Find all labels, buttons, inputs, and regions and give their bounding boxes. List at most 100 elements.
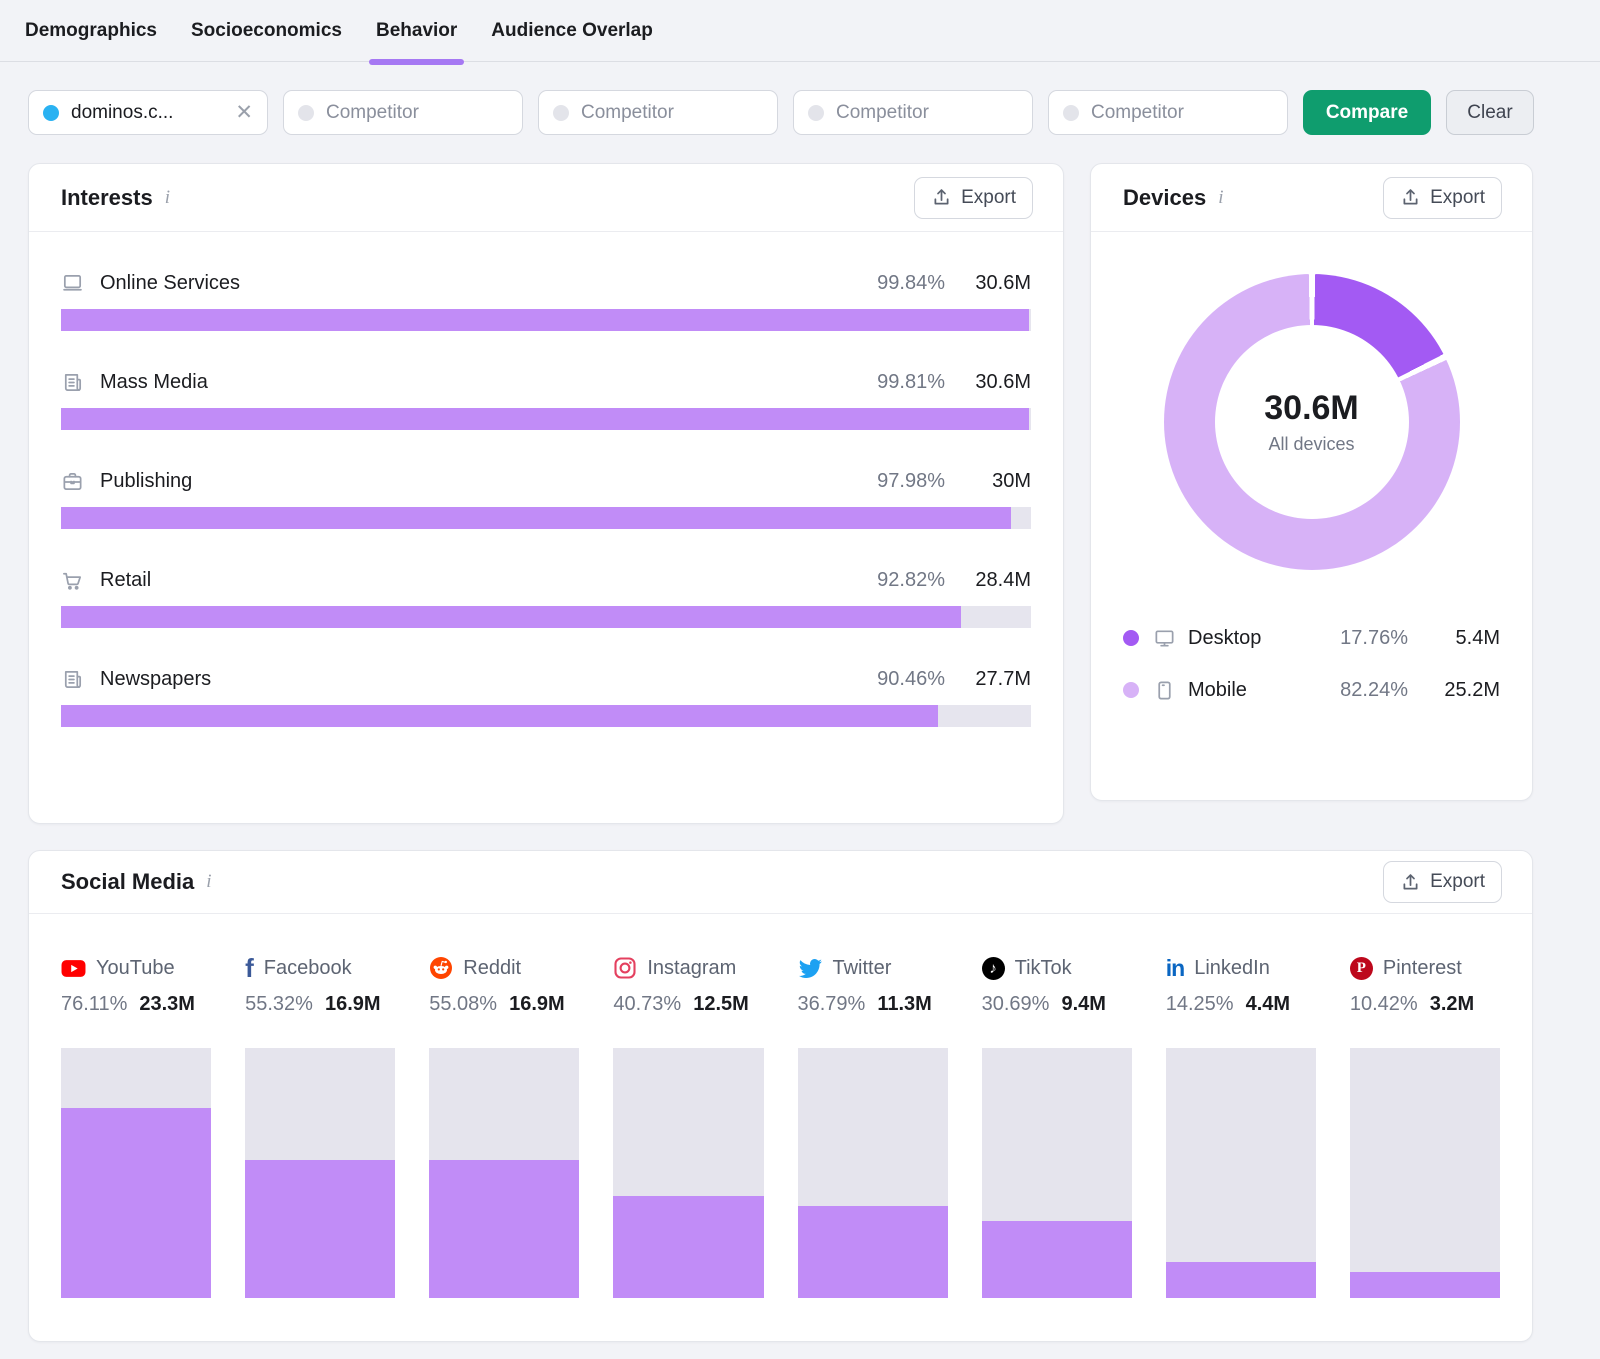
devices-export-button[interactable]: Export <box>1383 176 1502 219</box>
platform-value: 12.5M <box>693 993 749 1015</box>
interest-row: Newspapers 90.46% 27.7M <box>61 668 1031 727</box>
facebook-icon: f <box>245 953 254 983</box>
competitor-input-2[interactable] <box>581 101 763 124</box>
mobile-legend-dot <box>1123 682 1139 698</box>
twitter-icon <box>798 956 823 981</box>
legend-value: 25.2M <box>1444 678 1500 701</box>
devices-card: Devices i Export 30.6M All devices Deskt… <box>1090 163 1533 801</box>
donut-center: 30.6M All devices <box>1214 325 1409 519</box>
monitor-icon <box>61 272 84 295</box>
devices-title: Devices <box>1123 184 1207 210</box>
close-icon[interactable]: ✕ <box>235 102 253 123</box>
interest-label: Newspapers <box>100 668 212 690</box>
export-label: Export <box>1430 871 1485 892</box>
interest-bar-fill <box>61 408 1030 430</box>
export-icon <box>1403 873 1418 889</box>
interest-bar-track <box>61 309 1031 331</box>
main-domain-chip[interactable]: dominos.c... ✕ <box>28 90 268 135</box>
interest-bar-fill <box>61 705 939 727</box>
tab-socioeconomics[interactable]: Socioeconomics <box>191 0 342 62</box>
platform-bar-track <box>981 1048 1132 1298</box>
platform-bar-track <box>1165 1048 1316 1298</box>
interest-percent: 90.46% <box>877 668 945 690</box>
platform-bar-fill <box>981 1221 1132 1298</box>
interest-bar-fill <box>61 507 1012 529</box>
devices-body: 30.6M All devices Desktop 17.76% 5.4M Mo… <box>1091 232 1532 716</box>
platform-bar-track <box>245 1048 396 1298</box>
interest-label: Retail <box>100 569 152 591</box>
platform-percent: 10.42% <box>1349 993 1418 1015</box>
platform-value: 4.4M <box>1245 993 1291 1015</box>
platform-value: 16.9M <box>509 993 565 1015</box>
news-icon <box>61 371 84 394</box>
cart-icon <box>61 569 84 592</box>
legend-label: Desktop <box>1188 626 1262 649</box>
platform-bar-fill <box>613 1196 764 1298</box>
competitor-chip-2 <box>538 90 778 135</box>
info-icon[interactable]: i <box>206 871 211 893</box>
platform-column-reddit: Reddit 55.08% 16.9M <box>429 954 580 1298</box>
interest-bar-track <box>61 705 1031 727</box>
interests-export-button[interactable]: Export <box>914 176 1033 219</box>
interest-row: Online Services 99.84% 30.6M <box>61 272 1031 331</box>
platform-percent: 76.11% <box>61 993 128 1015</box>
competitor-input-4[interactable] <box>1091 101 1273 124</box>
info-icon[interactable]: i <box>165 187 170 209</box>
compare-button[interactable]: Compare <box>1303 90 1431 135</box>
platform-bar-track <box>1349 1048 1500 1298</box>
tab-bar: Demographics Socioeconomics Behavior Aud… <box>0 0 1600 65</box>
pinterest-icon: P <box>1349 956 1373 980</box>
platform-bar-fill <box>61 1107 212 1298</box>
platform-column-linkedin: in LinkedIn 14.25% 4.4M <box>1165 954 1316 1298</box>
competitor-input-1[interactable] <box>326 101 508 124</box>
export-label: Export <box>1430 186 1485 208</box>
competitor-input-3[interactable] <box>836 101 1018 124</box>
info-icon[interactable]: i <box>1218 187 1223 209</box>
platform-name: Facebook <box>263 956 352 979</box>
tab-demographics[interactable]: Demographics <box>25 0 157 62</box>
clear-button[interactable]: Clear <box>1446 90 1534 135</box>
platform-name: Instagram <box>647 956 737 979</box>
reddit-icon <box>429 956 453 980</box>
interest-percent: 97.98% <box>877 470 945 492</box>
platform-name: TikTok <box>1014 956 1072 979</box>
platform-column-instagram: Instagram 40.73% 12.5M <box>613 954 764 1298</box>
interest-bar-track <box>61 606 1031 628</box>
social-platforms-grid: YouTube 76.11% 23.3M f Facebook 55.32% 1… <box>29 914 1532 1298</box>
interest-label: Mass Media <box>100 371 208 393</box>
platform-bar-track <box>797 1048 948 1298</box>
filter-row: dominos.c... ✕ Compare Clear <box>28 90 1572 135</box>
export-icon <box>1403 189 1418 205</box>
platform-name: YouTube <box>96 956 175 979</box>
interest-percent: 92.82% <box>877 569 945 591</box>
tab-audience-overlap[interactable]: Audience Overlap <box>491 0 653 62</box>
desktop-icon <box>1153 627 1176 650</box>
interest-row: Retail 92.82% 28.4M <box>61 569 1031 628</box>
platform-column-facebook: f Facebook 55.32% 16.9M <box>245 953 396 1298</box>
tab-behavior[interactable]: Behavior <box>368 0 465 65</box>
interest-value: 30M <box>992 470 1031 492</box>
platform-bar-track <box>613 1048 764 1298</box>
interest-bar-fill <box>61 309 1030 331</box>
interests-title: Interests <box>61 184 153 210</box>
social-export-button[interactable]: Export <box>1383 861 1502 903</box>
platform-percent: 40.73% <box>613 993 682 1015</box>
interest-bar-fill <box>61 606 962 628</box>
interest-label: Publishing <box>100 470 193 492</box>
competitor-dot-icon <box>298 104 314 121</box>
interest-percent: 99.81% <box>877 371 945 393</box>
devices-header: Devices i Export <box>1091 164 1532 232</box>
instagram-icon <box>613 956 637 980</box>
platform-percent: 30.69% <box>981 993 1050 1015</box>
devices-total: 30.6M <box>1264 389 1359 427</box>
legend-label: Mobile <box>1188 678 1247 701</box>
platform-name: Reddit <box>463 956 522 979</box>
competitor-dot-icon <box>1063 104 1079 121</box>
legend-value: 5.4M <box>1455 626 1500 649</box>
mobile-icon <box>1153 679 1176 702</box>
platform-column-tiktok: ♪ TikTok 30.69% 9.4M <box>981 954 1132 1298</box>
export-icon <box>934 189 949 205</box>
linkedin-icon: in <box>1165 954 1185 981</box>
tiktok-icon: ♪ <box>981 956 1005 980</box>
legend-row-desktop: Desktop 17.76% 5.4M <box>1123 612 1500 664</box>
